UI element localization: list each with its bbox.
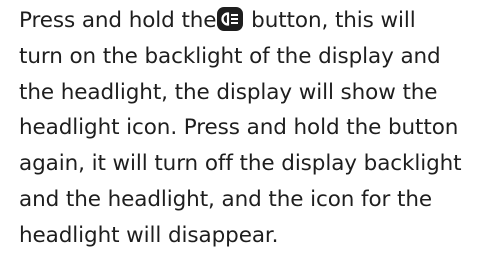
paragraph-line-6: and the headlight, and the icon for the [19,186,432,212]
line1-text-before: Press and hold the [19,8,217,33]
paragraph-line-2: turn on the backlight of the display and [19,43,441,69]
paragraph-line-1: Press and hold the button, this will [19,3,489,39]
paragraph-line-3: the headlight, the display will show the [19,79,438,105]
paragraph-line-7: headlight will disappear. [19,222,279,248]
paragraph-line-4: headlight icon. Press and hold the butto… [19,115,459,141]
line1-text-after: button, this will [244,8,416,33]
headlight-button-icon [217,7,244,31]
instruction-paragraph: Press and hold the button, this will tur… [19,3,489,254]
paragraph-line-5: again, it will turn off the display back… [19,151,462,177]
